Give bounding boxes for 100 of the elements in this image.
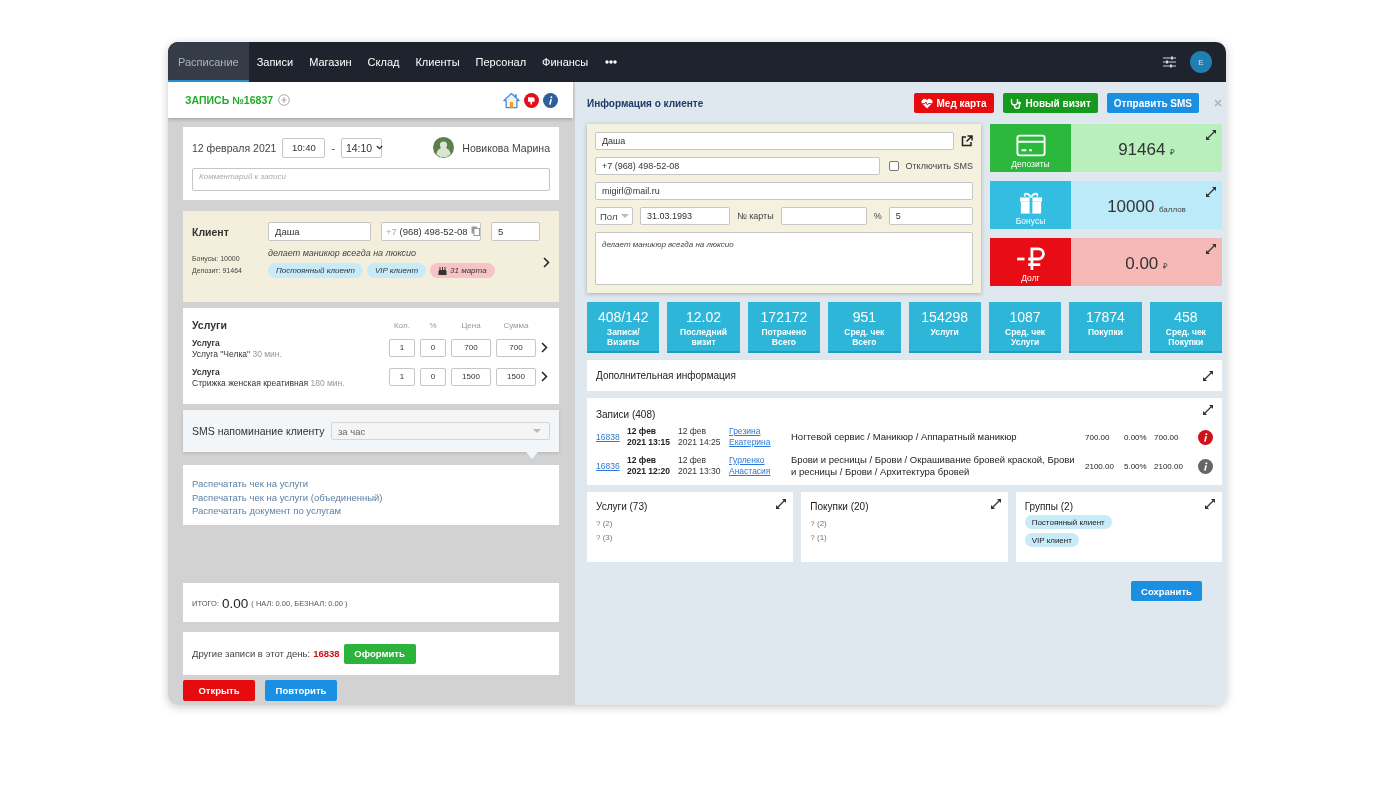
sum-field[interactable]: 1500 — [496, 367, 536, 386]
stat-value: 1087 — [1009, 309, 1041, 325]
more-icon[interactable] — [605, 60, 618, 64]
print-link[interactable]: Распечатать документ по услугам — [192, 504, 342, 518]
nav-tab[interactable]: Расписание — [168, 42, 249, 82]
records-title: Записи (408) — [596, 409, 656, 420]
nav-tab[interactable]: Персонал — [467, 42, 535, 82]
other-records-label: Другие записи в этот день: — [192, 648, 311, 659]
column-header: Сумма — [502, 320, 530, 330]
record-start: 12 фев 2021 12:20 — [627, 455, 671, 477]
sms-off-checkbox[interactable] — [888, 161, 899, 171]
record-id-link[interactable]: 16836 — [596, 461, 627, 471]
chevron-right-icon[interactable] — [541, 342, 548, 353]
end-time-select[interactable]: 14:10 — [340, 137, 382, 158]
percent-field[interactable]: 5 — [888, 207, 973, 225]
expand-icon[interactable] — [990, 499, 1001, 509]
service-type: Услуга — [192, 367, 221, 378]
record-title: ЗАПИСЬ №16837 — [185, 94, 274, 106]
print-link[interactable]: Распечатать чек на услуги (объединенный) — [192, 490, 383, 504]
stat-label: Услуги — [930, 328, 959, 338]
price-field[interactable]: 700 — [451, 338, 491, 357]
card-number-field[interactable] — [780, 207, 867, 225]
med-card-button[interactable]: Мед карта — [913, 93, 994, 113]
gender-select[interactable]: Пол — [595, 207, 633, 225]
stat-value: 154298 — [921, 309, 969, 325]
record-end: 12 фев 2021 13:30 — [678, 455, 722, 477]
chevron-right-icon[interactable] — [543, 256, 550, 268]
summary-item: ? (3) — [596, 532, 613, 544]
column-header: Кол. — [393, 320, 411, 330]
expand-icon[interactable] — [1206, 187, 1216, 197]
thumb-down-icon[interactable] — [524, 92, 539, 108]
stat-value: 172172 — [760, 309, 808, 325]
record-link[interactable]: 16838 — [313, 648, 340, 659]
birthdate-field[interactable]: 31.03.1993 — [640, 207, 730, 225]
client-discount-field[interactable]: 5 — [491, 222, 540, 241]
minus-ruble-icon — [1015, 247, 1046, 271]
services-heading: Услуги — [192, 319, 228, 331]
percent-label: % — [873, 211, 882, 221]
client-info-title: Информация о клиенте — [587, 97, 704, 109]
comment-field[interactable]: Комментарий к записи — [192, 168, 550, 191]
user-avatar-icon — [433, 137, 455, 158]
summary-item: ? (2) — [810, 518, 827, 530]
balance-value: 91464 — [1118, 139, 1166, 159]
stat-value: 458 — [1174, 309, 1198, 325]
expand-icon[interactable] — [1206, 130, 1216, 140]
sliders-icon[interactable] — [1163, 56, 1176, 68]
service-name: Услуга "Челка" 30 мин. — [192, 349, 283, 360]
chevron-right-icon[interactable] — [541, 371, 548, 382]
client-note-field[interactable]: делает маникюр всегда на люксио — [595, 232, 973, 285]
record-total: 700.00 — [1154, 432, 1180, 442]
print-link[interactable]: Распечатать чек на услуги — [192, 477, 309, 491]
discount-field[interactable]: 0 — [420, 367, 446, 386]
status-info-icon[interactable] — [1198, 429, 1213, 445]
expand-icon[interactable] — [1203, 405, 1213, 415]
nav-tab[interactable]: Записи — [248, 42, 302, 82]
caret-icon — [376, 145, 384, 150]
time-separator: - — [331, 141, 335, 154]
client-phone-field[interactable]: +7 (968) 498-52-08 — [381, 222, 481, 241]
client-phone-field[interactable]: +7 (968) 498-52-08 — [595, 157, 880, 175]
action-button[interactable]: Открыть — [183, 680, 255, 701]
new-visit-button[interactable]: Новый визит — [1002, 93, 1098, 113]
client-tag: VIP клиент — [367, 263, 427, 278]
expand-icon[interactable] — [1206, 244, 1216, 254]
client-name-field[interactable]: Даша — [268, 222, 371, 241]
info-icon[interactable] — [543, 92, 558, 108]
cake-icon — [438, 266, 448, 275]
expand-icon[interactable] — [1205, 499, 1215, 509]
balance-value: 0.00 — [1125, 253, 1159, 273]
record-services: Брови и ресницы / Брови / Окрашивание бровей краской, Брови и ресницы / Брови / Архитектура бровей — [791, 454, 1076, 478]
record-id-link[interactable]: 16838 — [596, 432, 627, 442]
nav-tab[interactable]: Склад — [359, 42, 408, 82]
stat-value: 408/142 — [597, 309, 649, 325]
start-time-field[interactable]: 10:40 — [282, 137, 326, 158]
nav-tab[interactable]: Магазин — [301, 42, 360, 82]
stat-label: Сред. чек Услуги — [1004, 328, 1047, 347]
record-price: 700.00 — [1085, 432, 1111, 442]
discount-field[interactable]: 0 — [420, 338, 446, 357]
external-link-icon[interactable] — [961, 135, 973, 147]
house-icon[interactable] — [503, 91, 520, 109]
client-name-field[interactable]: Даша — [595, 132, 954, 150]
client-link[interactable]: Грезина Екатерина — [729, 426, 781, 448]
client-email-field[interactable]: migirl@mail.ru — [595, 182, 973, 200]
expand-icon[interactable] — [1203, 370, 1213, 381]
sms-reminder-select[interactable]: за час — [331, 422, 550, 440]
quantity-field[interactable]: 1 — [389, 338, 415, 357]
quantity-field[interactable]: 1 — [389, 367, 415, 386]
expand-icon[interactable] — [776, 499, 787, 509]
nav-tab[interactable]: Финансы — [534, 42, 597, 82]
balance-unit: ₽ — [1162, 261, 1168, 271]
price-field[interactable]: 1500 — [451, 367, 491, 386]
status-info-icon[interactable] — [1198, 458, 1213, 474]
copy-icon[interactable] — [470, 226, 480, 236]
nav-tab[interactable]: Клиенты — [407, 42, 468, 82]
summary-title: Группы (2) — [1024, 501, 1073, 512]
client-heading: Клиент — [192, 226, 230, 238]
stat-label: Записи/ Визиты — [605, 328, 641, 347]
sum-field[interactable]: 700 — [496, 338, 536, 357]
client-link[interactable]: Гурленко Анастасия — [729, 455, 781, 477]
user-avatar[interactable]: E — [1190, 51, 1212, 73]
heart-pulse-icon — [920, 97, 933, 109]
